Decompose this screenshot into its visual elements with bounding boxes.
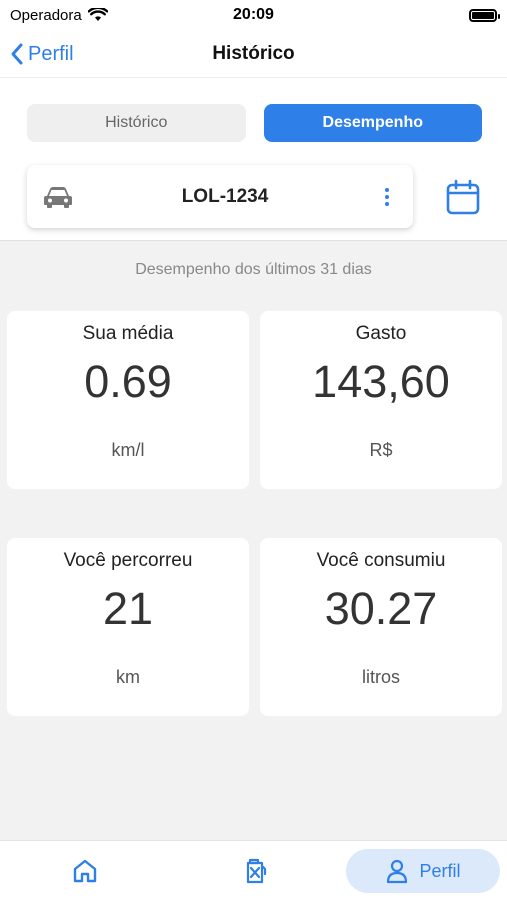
more-options-icon[interactable] (377, 187, 397, 206)
stat-label: Sua média (82, 323, 174, 344)
distance-card: Você percorreu 21 km (7, 538, 249, 716)
back-button[interactable]: Perfil (10, 38, 74, 70)
back-label: Perfil (28, 42, 74, 65)
chevron-left-icon (11, 43, 23, 65)
home-icon (73, 859, 97, 883)
status-bar: Operadora 20:09 (0, 0, 507, 30)
tab-historico[interactable]: Histórico (27, 104, 246, 142)
user-icon (387, 859, 408, 884)
vehicle-plate: LOL-1234 (181, 185, 269, 207)
vehicle-selector[interactable]: LOL-1234 (27, 165, 413, 228)
screen: Operadora 20:09 Perfil Histórico Históri… (0, 0, 507, 900)
tab-bar: Perfil (0, 840, 507, 900)
segmented-control: Histórico Desempenho (27, 104, 482, 142)
spent-card: Gasto 143,60 R$ (260, 311, 502, 489)
wifi-icon (87, 8, 108, 21)
stat-label: Gasto (355, 323, 407, 344)
navigation-bar: Perfil Histórico (0, 30, 507, 78)
consumption-card: Você consumiu 30.27 litros (260, 538, 502, 716)
calendar-icon (446, 179, 480, 215)
tab-home[interactable] (60, 849, 110, 893)
car-icon (44, 186, 72, 208)
stat-unit: km (116, 667, 140, 687)
stat-unit: R$ (369, 440, 393, 460)
tab-fuel[interactable] (230, 849, 280, 893)
average-card: Sua média 0.69 km/l (7, 311, 249, 489)
stat-unit: litros (361, 667, 400, 687)
stat-unit: km/l (111, 440, 145, 460)
tab-profile-label: Perfil (419, 860, 461, 881)
page-title: Histórico (212, 42, 295, 64)
battery-icon (469, 8, 500, 22)
tab-desempenho[interactable]: Desempenho (263, 104, 482, 142)
tab-profile[interactable]: Perfil (346, 849, 500, 893)
stat-value: 30.27 (324, 583, 438, 634)
stat-value: 0.69 (84, 356, 172, 407)
period-text: Desempenho dos últimos 31 dias (135, 261, 372, 278)
performance-panel: Desempenho dos últimos 31 dias Sua média… (0, 240, 507, 840)
stat-value: 21 (102, 583, 154, 634)
stat-label: Você percorreu (63, 550, 193, 571)
stat-label: Você consumiu (316, 550, 446, 571)
stat-value: 143,60 (312, 356, 450, 407)
carrier-label: Operadora (10, 6, 82, 24)
fuel-can-icon (246, 858, 267, 884)
calendar-button[interactable] (445, 178, 481, 216)
